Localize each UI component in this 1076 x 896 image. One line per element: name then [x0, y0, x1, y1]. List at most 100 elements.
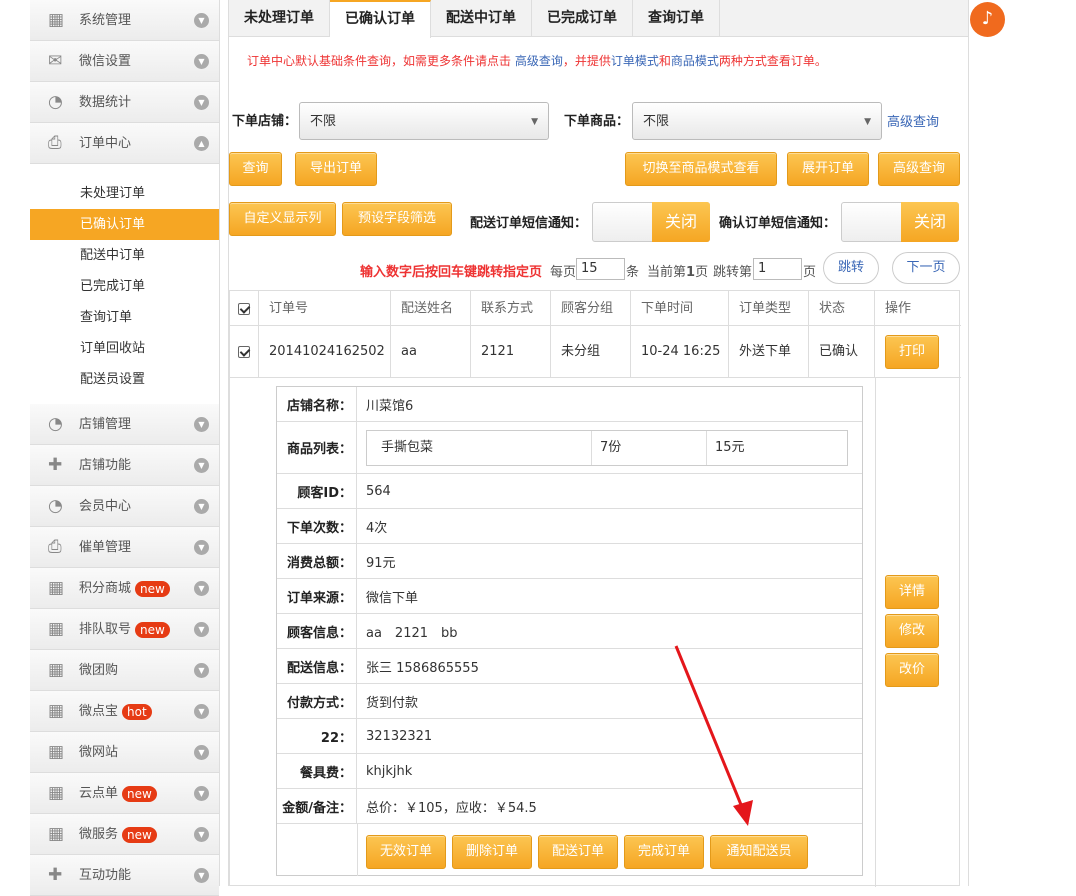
current-page-post: 页 — [695, 265, 709, 280]
sidebar-menu-label: 微团购 — [79, 663, 119, 678]
sidebar-menu-label: 系统管理 — [79, 13, 132, 28]
current-page-number: 1 — [686, 265, 696, 280]
order-mode-link[interactable]: 订单模式 — [611, 54, 659, 68]
preset-filter-button[interactable]: 预设字段筛选 — [342, 202, 452, 236]
col-status: 状态 — [809, 291, 875, 326]
detail-label: 付款方式： — [277, 684, 357, 718]
menu-badge: hot — [122, 703, 152, 720]
tab-orders[interactable]: 查询订单 — [633, 0, 720, 37]
cell-contact: 2121 — [471, 326, 551, 378]
switch-mode-button[interactable]: 切换至商品模式查看 — [625, 152, 777, 186]
col-group: 顾客分组 — [551, 291, 631, 326]
sidebar-subitem[interactable]: 订单回收站 — [30, 333, 219, 364]
plus-icon: ✚ — [48, 455, 63, 475]
detail-label: 订单来源： — [277, 579, 357, 613]
edit-button[interactable]: 修改 — [885, 614, 939, 648]
notice-advanced-link[interactable]: 高级查询 — [515, 54, 563, 68]
per-page-unit: 条 — [626, 265, 640, 280]
detail-label: 金额/备注： — [277, 789, 357, 823]
print-button[interactable]: 打印 — [885, 335, 939, 369]
sidebar-menu-pie[interactable]: ◔ 店铺管理 ▼ — [30, 404, 219, 445]
row-checkbox[interactable] — [230, 326, 259, 378]
sidebar-menu-grid[interactable]: ▦ 积分商城 new ▼ — [30, 568, 219, 609]
export-button[interactable]: 导出订单 — [295, 152, 377, 186]
change-price-button[interactable]: 改价 — [885, 653, 939, 687]
sidebar-menu-label: 微信设置 — [79, 54, 132, 69]
advanced-search-button[interactable]: 高级查询 — [878, 152, 960, 186]
detail-row: 22： 32132321 — [277, 719, 862, 754]
sidebar-menu-mail[interactable]: ✉ 微信设置 ▼ — [30, 41, 219, 82]
details-button[interactable]: 详情 — [885, 575, 939, 609]
tab-orders[interactable]: 已完成订单 — [532, 0, 633, 37]
detail-value: 32132321 — [366, 728, 433, 744]
cell-status: 已确认 — [809, 326, 875, 378]
sidebar-subitem[interactable]: 已确认订单 — [30, 209, 219, 240]
chevron-down-icon: ▼ — [194, 868, 209, 883]
complete-order-button[interactable]: 完成订单 — [624, 835, 704, 869]
store-select[interactable]: 不限 — [299, 102, 549, 141]
sidebar-subitem[interactable]: 未处理订单 — [30, 178, 219, 209]
detail-label: 下单次数： — [277, 509, 357, 543]
dispatch-order-button[interactable]: 配送订单 — [538, 835, 618, 869]
jump-page-input[interactable]: 1 — [753, 258, 802, 280]
query-button[interactable]: 查询 — [229, 152, 282, 186]
detail-value: aa 2121 bb — [366, 625, 458, 641]
cell-order-no: 20141024162502 — [259, 326, 391, 378]
invalid-order-button[interactable]: 无效订单 — [366, 835, 446, 869]
mute-icon[interactable]: ♪ — [970, 2, 1005, 37]
chevron-down-icon: ▼ — [194, 458, 209, 473]
sidebar-menu-grid[interactable]: ▦ 微点宝 hot ▼ — [30, 691, 219, 732]
sidebar-menu-label: 数据统计 — [79, 95, 132, 110]
sidebar-menu-pie[interactable]: ◔ 会员中心 ▼ — [30, 486, 219, 527]
sidebar-menu-grid[interactable]: ▦ 排队取号 new ▼ — [30, 609, 219, 650]
chevron-down-icon: ▼ — [194, 540, 209, 555]
col-contact: 联系方式 — [471, 291, 551, 326]
sidebar-subitem[interactable]: 已完成订单 — [30, 271, 219, 302]
sidebar-menu-grid[interactable]: ▦ 云点单 new ▼ — [30, 773, 219, 814]
notice-part: 订单中心默认基础条件查询，如需更多条件请点击 — [247, 54, 512, 68]
sidebar-menu-plus[interactable]: ✚ 店铺功能 ▼ — [30, 445, 219, 486]
mail-icon: ✉ — [48, 51, 63, 71]
delivery-sms-toggle[interactable]: 关闭 — [592, 202, 710, 242]
sidebar-menu-printer[interactable]: ⎙ 催单管理 ▼ — [30, 527, 219, 568]
col-type: 订单类型 — [729, 291, 809, 326]
delete-order-button[interactable]: 删除订单 — [452, 835, 532, 869]
goods-mode-link[interactable]: 商品模式 — [671, 54, 719, 68]
confirm-sms-toggle[interactable]: 关闭 — [841, 202, 959, 242]
sidebar-menu-grid[interactable]: ▦ 微服务 new ▼ — [30, 814, 219, 855]
toggle-off-label: 关闭 — [652, 202, 710, 242]
sidebar-menu-grid[interactable]: ▦ 系统管理 ▼ — [30, 0, 219, 41]
sidebar-menu-printer[interactable]: ⎙ 订单中心 ▲ — [30, 123, 219, 164]
sidebar-subitem[interactable]: 配送员设置 — [30, 364, 219, 395]
sidebar-menu-label: 微点宝 — [79, 704, 119, 719]
sidebar-menu-plus[interactable]: ✚ 互动功能 ▼ — [30, 855, 219, 896]
sidebar-menu-label: 互动功能 — [79, 868, 132, 883]
sidebar: ▦ 系统管理 ▼ ✉ 微信设置 ▼ ◔ 数据统计 ▼ ⎙ 订单中心 ▲ 未处理订单 已确认订单 配送中订单… — [30, 0, 220, 896]
tab-orders[interactable]: 未处理订单 — [229, 0, 330, 37]
goods-select[interactable]: 不限 — [632, 102, 882, 141]
tab-orders[interactable]: 已确认订单 — [330, 0, 431, 38]
sidebar-menu-pie[interactable]: ◔ 数据统计 ▼ — [30, 82, 219, 123]
sidebar-menu-grid[interactable]: ▦ 微网站 ▼ — [30, 732, 219, 773]
detail-label: 店铺名称： — [277, 387, 357, 421]
sidebar-menu-grid[interactable]: ▦ 微团购 ▼ — [30, 650, 219, 691]
printer-icon: ⎙ — [48, 133, 62, 153]
detail-label: 顾客信息： — [277, 614, 357, 648]
notify-courier-button[interactable]: 通知配送员 — [710, 835, 808, 869]
cell-group: 未分组 — [551, 326, 631, 378]
notice-part: 和 — [658, 54, 671, 68]
select-all-checkbox[interactable] — [230, 291, 259, 326]
goods-price: 15元 — [715, 440, 745, 455]
next-page-button[interactable]: 下一页 — [892, 252, 960, 284]
menu-badge: new — [135, 580, 170, 597]
sidebar-subitem[interactable]: 配送中订单 — [30, 240, 219, 271]
advanced-search-link[interactable]: 高级查询 — [887, 111, 939, 130]
tab-orders[interactable]: 配送中订单 — [431, 0, 532, 37]
sidebar-subitem[interactable]: 查询订单 — [30, 302, 219, 333]
per-page-input[interactable]: 15 — [576, 258, 625, 280]
pie-icon: ◔ — [48, 496, 63, 516]
custom-columns-button[interactable]: 自定义显示列 — [229, 202, 336, 236]
chevron-down-icon: ▼ — [194, 704, 209, 719]
jump-button[interactable]: 跳转 — [823, 252, 879, 284]
expand-orders-button[interactable]: 展开订单 — [787, 152, 869, 186]
